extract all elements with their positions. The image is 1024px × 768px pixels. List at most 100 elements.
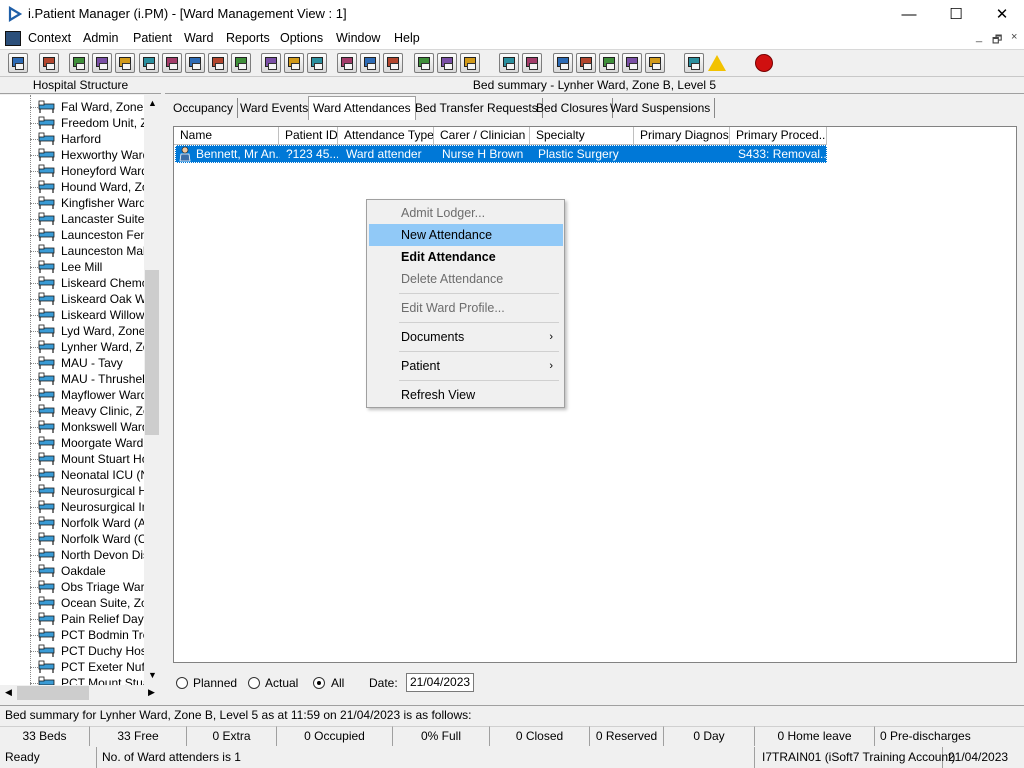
patient-search-button[interactable] bbox=[8, 53, 28, 73]
patient-transport-button[interactable] bbox=[437, 53, 457, 73]
tab-ward-attendances[interactable]: Ward Attendances bbox=[308, 96, 416, 120]
mdi-close-button[interactable]: × bbox=[1011, 31, 1017, 43]
tree-horizontal-scroll-thumb[interactable] bbox=[17, 686, 89, 700]
tree-item[interactable]: Mount Stuart Hos bbox=[0, 451, 145, 467]
minimize-button[interactable]: — bbox=[886, 0, 932, 28]
radio-planned-label[interactable]: Planned bbox=[193, 676, 237, 690]
tree-item[interactable]: Monkswell Ward, bbox=[0, 419, 145, 435]
scroll-up-arrow-icon[interactable]: ▲ bbox=[148, 98, 157, 108]
tree-item[interactable]: Oakdale bbox=[0, 563, 145, 579]
transfers-button[interactable] bbox=[231, 53, 251, 73]
folder-2-button[interactable] bbox=[360, 53, 380, 73]
column-header-primary-procedure[interactable]: Primary Proced... bbox=[730, 127, 827, 145]
tree-item[interactable]: Hexworthy Ward, bbox=[0, 147, 145, 163]
menu-reports[interactable]: Reports bbox=[226, 31, 270, 45]
close-button[interactable]: ✕ bbox=[979, 0, 1024, 28]
tree-item[interactable]: Kingfisher Ward bbox=[0, 195, 145, 211]
tree-item[interactable]: MAU - Tavy bbox=[0, 355, 145, 371]
scroll-down-arrow-icon[interactable]: ▼ bbox=[148, 670, 157, 680]
tree-item[interactable]: North Devon Dist bbox=[0, 547, 145, 563]
column-header-primary-diagnosis[interactable]: Primary Diagnosis bbox=[634, 127, 730, 145]
tree-item[interactable]: Launceston Fema bbox=[0, 227, 145, 243]
menu-context[interactable]: Context bbox=[28, 31, 71, 45]
patient-attendance-button[interactable] bbox=[460, 53, 480, 73]
tree-item[interactable]: Lynher Ward, Zor bbox=[0, 339, 145, 355]
column-header-specialty[interactable]: Specialty bbox=[530, 127, 634, 145]
tree-item[interactable]: PCT Exeter Nuffie bbox=[0, 659, 145, 675]
tree-item[interactable]: MAU - Thrushel bbox=[0, 371, 145, 387]
tree-item[interactable]: Neurosurgical Inte bbox=[0, 499, 145, 515]
menu-patient[interactable]: Patient bbox=[133, 31, 172, 45]
tree-item[interactable]: Honeyford Ward, bbox=[0, 163, 145, 179]
tree-item[interactable]: Lyd Ward, Zone I bbox=[0, 323, 145, 339]
approve-4-button[interactable] bbox=[645, 53, 665, 73]
tree-item[interactable]: Moorgate Ward, Z bbox=[0, 435, 145, 451]
tree-vertical-scroll-thumb[interactable] bbox=[145, 270, 159, 435]
tree-item[interactable]: Norfolk Ward (Ad bbox=[0, 515, 145, 531]
document-button[interactable] bbox=[499, 53, 519, 73]
tree-item[interactable]: PCT Duchy Hosp bbox=[0, 643, 145, 659]
scroll-right-arrow-icon[interactable]: ▶ bbox=[148, 687, 155, 698]
tree-item[interactable]: Meavy Clinic, Zor bbox=[0, 403, 145, 419]
menu-item-refresh-view[interactable]: Refresh View bbox=[369, 384, 563, 406]
tree-item[interactable]: PCT Mount Stuar bbox=[0, 675, 145, 685]
menu-admin[interactable]: Admin bbox=[83, 31, 118, 45]
maximize-button[interactable]: ☐ bbox=[933, 0, 979, 28]
tree-item[interactable]: Neonatal ICU (NN bbox=[0, 467, 145, 483]
menu-options[interactable]: Options bbox=[280, 31, 323, 45]
tree-item[interactable]: Lancaster Suite, Z bbox=[0, 211, 145, 227]
tab-bed-closures[interactable]: Bed Closures bbox=[532, 98, 614, 118]
column-header-name[interactable]: Name bbox=[174, 127, 279, 145]
tab-ward-events[interactable]: Ward Events bbox=[236, 98, 314, 118]
tree-item[interactable]: Neurosurgical Hig bbox=[0, 483, 145, 499]
document-window-icon[interactable] bbox=[5, 31, 21, 46]
tab-bed-transfer-requests[interactable]: Bed Transfer Requests bbox=[411, 98, 543, 118]
date-field[interactable]: 21/04/2023 bbox=[406, 673, 474, 692]
directions-button[interactable] bbox=[208, 53, 228, 73]
menu-item-edit-ward-profile[interactable]: Edit Ward Profile... bbox=[369, 297, 563, 319]
tree-item[interactable]: Liskeard Chemo D bbox=[0, 275, 145, 291]
print-preview-button[interactable] bbox=[261, 53, 281, 73]
radio-all[interactable] bbox=[313, 677, 325, 689]
tree-item[interactable]: Obs Triage Ward bbox=[0, 579, 145, 595]
tree-item[interactable]: Hound Ward, Zor bbox=[0, 179, 145, 195]
messages-button[interactable] bbox=[139, 53, 159, 73]
folder-1-button[interactable] bbox=[337, 53, 357, 73]
ward-management-button[interactable] bbox=[39, 53, 59, 73]
monitor-button[interactable] bbox=[307, 53, 327, 73]
folder-3-button[interactable] bbox=[383, 53, 403, 73]
menu-ward[interactable]: Ward bbox=[184, 31, 213, 45]
tab-occupancy[interactable]: Occupancy bbox=[169, 98, 239, 118]
column-header-patient-id[interactable]: Patient ID bbox=[279, 127, 338, 145]
column-header-carer-clinician[interactable]: Carer / Clinician bbox=[434, 127, 530, 145]
waiting-list-button[interactable] bbox=[115, 53, 135, 73]
tree-item[interactable]: Fal Ward, Zone E bbox=[0, 99, 145, 115]
approve-3-button[interactable] bbox=[622, 53, 642, 73]
menu-item-edit-attendance[interactable]: Edit Attendance bbox=[369, 246, 563, 268]
notepad-button[interactable] bbox=[414, 53, 434, 73]
swap-button[interactable] bbox=[684, 53, 704, 73]
tab-ward-suspensions[interactable]: Ward Suspensions bbox=[606, 98, 716, 118]
tree-item[interactable]: Freedom Unit, Zo bbox=[0, 115, 145, 131]
tree-item[interactable]: PCT Bodmin Trea bbox=[0, 627, 145, 643]
tree-item[interactable]: Pain Relief Day C bbox=[0, 611, 145, 627]
tree-item[interactable]: Norfolk Ward (Co bbox=[0, 531, 145, 547]
mdi-restore-button[interactable]: 🗗 bbox=[992, 31, 1002, 50]
clock-button[interactable] bbox=[284, 53, 304, 73]
menu-item-admit-lodger[interactable]: Admit Lodger... bbox=[369, 202, 563, 224]
globe-button[interactable] bbox=[553, 53, 573, 73]
approve-2-button[interactable] bbox=[599, 53, 619, 73]
menu-item-documents[interactable]: Documents › bbox=[369, 326, 563, 348]
tree-item[interactable]: Ocean Suite, Zon bbox=[0, 595, 145, 611]
radio-planned[interactable] bbox=[176, 677, 188, 689]
tree-item[interactable]: Harford bbox=[0, 131, 145, 147]
warning-button[interactable] bbox=[707, 53, 727, 73]
radio-all-label[interactable]: All bbox=[331, 676, 344, 690]
tree-item[interactable]: Mayflower Ward, bbox=[0, 387, 145, 403]
exit-button[interactable] bbox=[754, 53, 774, 73]
tree-item[interactable]: Launceston Male bbox=[0, 243, 145, 259]
menu-help[interactable]: Help bbox=[394, 31, 420, 45]
referrals-button[interactable] bbox=[92, 53, 112, 73]
table-row[interactable]: Bennett, Mr An... ?123 45... Ward attend… bbox=[175, 145, 827, 163]
menu-item-patient[interactable]: Patient › bbox=[369, 355, 563, 377]
